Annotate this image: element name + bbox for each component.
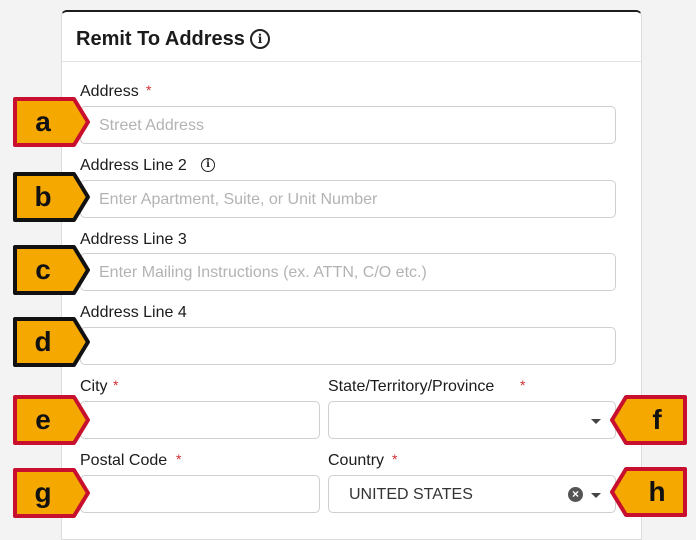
state-label: State/Territory/Province — [328, 378, 495, 395]
callout-b: b — [12, 171, 90, 223]
callout-a: a — [12, 96, 90, 148]
address-line-3-input[interactable]: Enter Mailing Instructions (ex. ATTN, C/… — [80, 253, 616, 291]
callout-letter: g — [34, 477, 52, 508]
country-value: UNITED STATES — [349, 486, 473, 503]
required-marker: * — [113, 377, 119, 393]
clear-icon[interactable]: × — [568, 487, 583, 502]
callout-letter: f — [652, 404, 662, 435]
remit-to-address-card: Remit To Address i Address * Street Addr… — [61, 10, 642, 540]
address-line-2-label: Address Line 2 — [80, 157, 187, 174]
state-select[interactable] — [328, 401, 616, 439]
address-line-2-input[interactable]: Enter Apartment, Suite, or Unit Number — [80, 180, 616, 218]
address-line-3-placeholder: Enter Mailing Instructions (ex. ATTN, C/… — [99, 264, 427, 281]
callout-c: c — [12, 244, 90, 296]
postal-code-label: Postal Code — [80, 452, 168, 469]
address-input[interactable]: Street Address — [80, 106, 616, 144]
callout-letter: c — [35, 254, 51, 285]
callout-f: f — [610, 394, 688, 446]
callout-g: g — [12, 467, 90, 519]
chevron-down-icon — [591, 419, 601, 424]
postal-code-input[interactable] — [80, 475, 320, 513]
card-header: Remit To Address i — [62, 12, 641, 62]
address-line-2-placeholder: Enter Apartment, Suite, or Unit Number — [99, 191, 378, 208]
callout-h: h — [610, 466, 688, 518]
required-marker: * — [176, 451, 182, 467]
section-title: Remit To Address — [76, 28, 245, 50]
country-select[interactable]: UNITED STATES × — [328, 475, 616, 513]
chevron-down-icon — [591, 493, 601, 498]
address-line-4-input[interactable] — [80, 327, 616, 365]
required-marker: * — [146, 82, 152, 98]
callout-letter: a — [35, 106, 51, 137]
callout-letter: e — [35, 404, 51, 435]
info-icon[interactable]: i — [201, 158, 215, 172]
address-placeholder: Street Address — [99, 117, 204, 134]
address-line-4-label: Address Line 4 — [80, 304, 187, 321]
required-marker: * — [520, 377, 526, 393]
callout-d: d — [12, 316, 90, 368]
country-label: Country — [328, 452, 385, 469]
city-input[interactable] — [80, 401, 320, 439]
info-icon[interactable]: i — [250, 29, 270, 49]
required-marker: * — [392, 451, 398, 467]
callout-letter: h — [648, 476, 666, 507]
callout-letter: d — [34, 326, 52, 357]
callout-e: e — [12, 394, 90, 446]
callout-letter: b — [34, 181, 52, 212]
address-line-3-label: Address Line 3 — [80, 231, 187, 248]
